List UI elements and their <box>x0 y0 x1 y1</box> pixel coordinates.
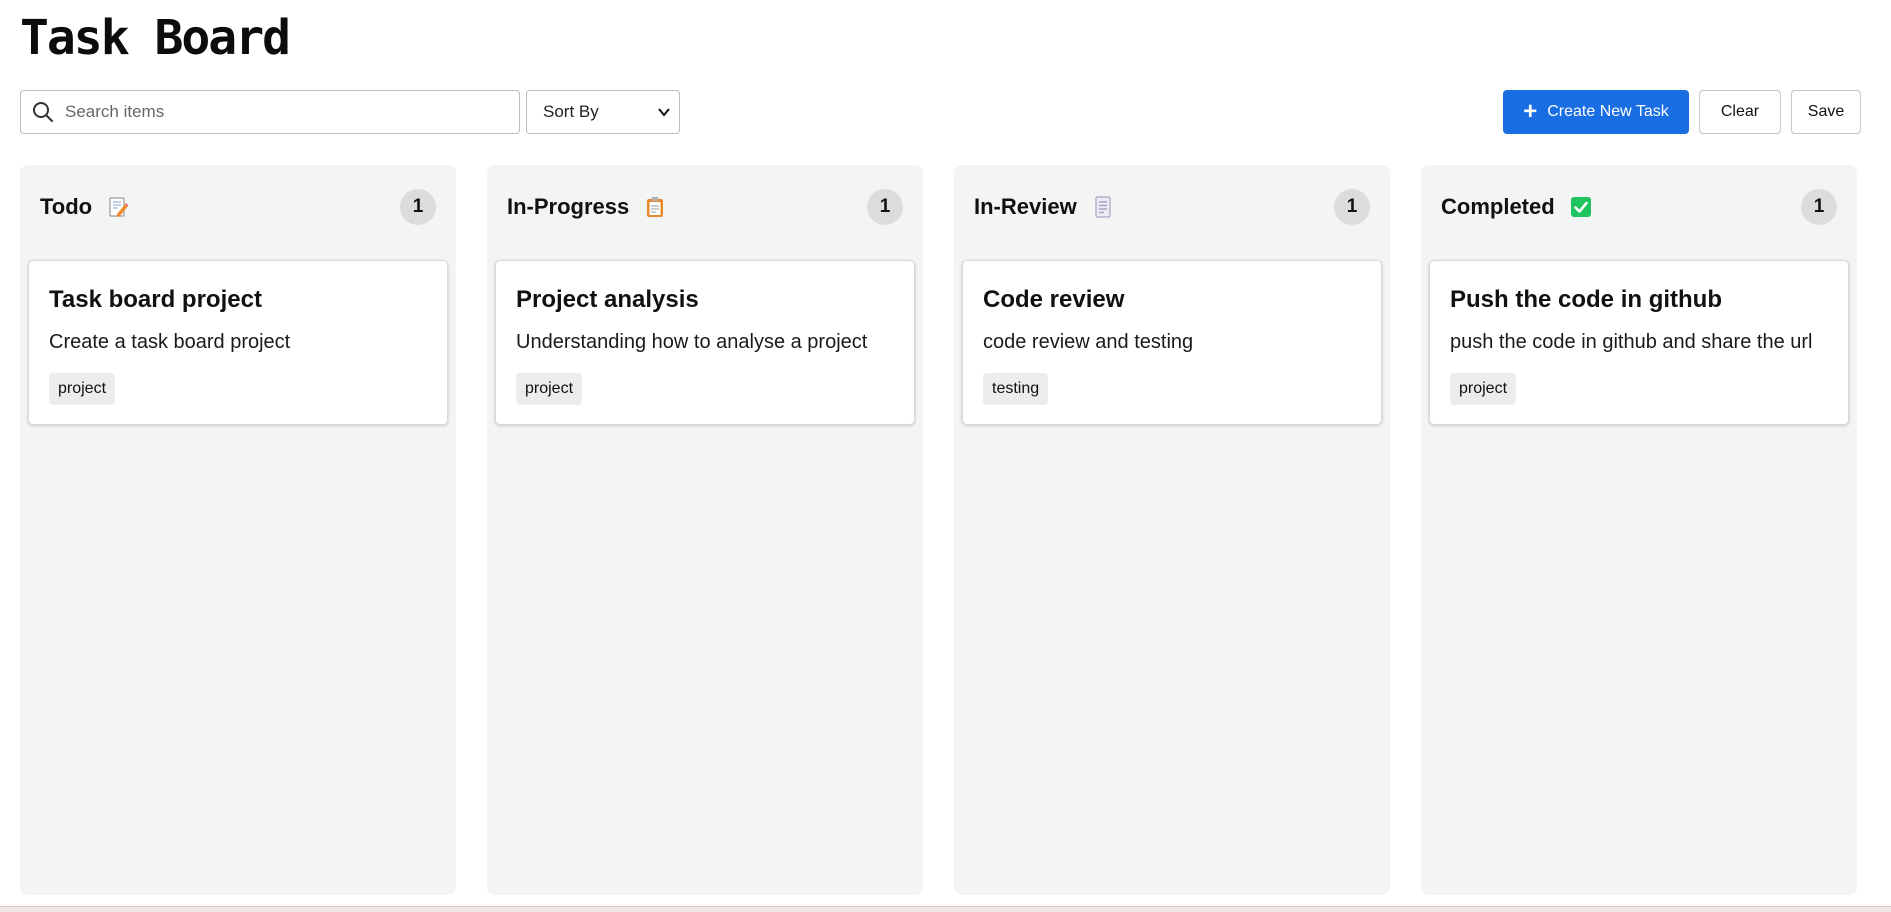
card-description: code review and testing <box>983 331 1194 353</box>
create-new-task-label: Create New Task <box>1547 103 1669 120</box>
search-input[interactable] <box>65 102 485 122</box>
chevron-down-icon <box>658 108 670 117</box>
task-card[interactable]: Project analysis Understanding how to an… <box>495 260 915 425</box>
sort-by-select[interactable]: Sort By <box>526 90 680 134</box>
card-tag: project <box>1450 373 1517 405</box>
card-title: Task board project <box>49 286 262 313</box>
column-todo: Todo 1 Task board project Create a task … <box>20 165 456 895</box>
search-box[interactable] <box>20 90 520 134</box>
task-card[interactable]: Task board project Create a task board p… <box>28 260 448 425</box>
card-title: Code review <box>983 286 1125 313</box>
column-header: In-Progress 1 <box>507 187 903 227</box>
memo-pencil-icon <box>106 195 130 219</box>
check-mark-button-icon <box>1569 195 1593 219</box>
card-description: Understanding how to analyse a project <box>516 331 868 353</box>
count-badge: 1 <box>1334 189 1370 225</box>
card-tag: testing <box>983 373 1049 405</box>
card-tag: project <box>49 373 116 405</box>
count-badge: 1 <box>867 189 903 225</box>
create-new-task-button[interactable]: + Create New Task <box>1503 90 1689 134</box>
count-badge: 1 <box>1801 189 1837 225</box>
clipboard-icon <box>643 195 667 219</box>
page-title: Task Board <box>20 10 291 66</box>
count-badge: 1 <box>400 189 436 225</box>
card-title: Push the code in github <box>1450 286 1722 313</box>
column-title: In-Progress <box>507 194 630 219</box>
document-icon <box>1091 195 1115 219</box>
search-icon <box>33 102 53 122</box>
plus-icon: + <box>1523 98 1538 125</box>
card-description: Create a task board project <box>49 331 291 353</box>
card-title: Project analysis <box>516 286 699 313</box>
column-in-review: In-Review 1 Code review code review and … <box>954 165 1390 895</box>
task-card[interactable]: Code review code review and testing test… <box>962 260 1382 425</box>
column-title: In-Review <box>974 194 1077 219</box>
column-header: In-Review 1 <box>974 187 1370 227</box>
column-completed: Completed 1 Push the code in github push… <box>1421 165 1857 895</box>
save-button[interactable]: Save <box>1791 90 1861 134</box>
card-tag: project <box>516 373 583 405</box>
column-title: Todo <box>40 194 93 219</box>
clear-button[interactable]: Clear <box>1699 90 1781 134</box>
column-in-progress: In-Progress 1 Project analysis Understan… <box>487 165 923 895</box>
column-header: Completed 1 <box>1441 187 1837 227</box>
task-card[interactable]: Push the code in github push the code in… <box>1429 260 1849 425</box>
column-title: Completed <box>1441 194 1555 219</box>
toolbar: Sort By + Create New Task Clear Save <box>20 90 1861 134</box>
bottom-edge <box>0 906 1891 912</box>
sort-by-label: Sort By <box>543 102 599 121</box>
card-description: push the code in github and share the ur… <box>1450 331 1813 353</box>
column-header: Todo 1 <box>40 187 436 227</box>
